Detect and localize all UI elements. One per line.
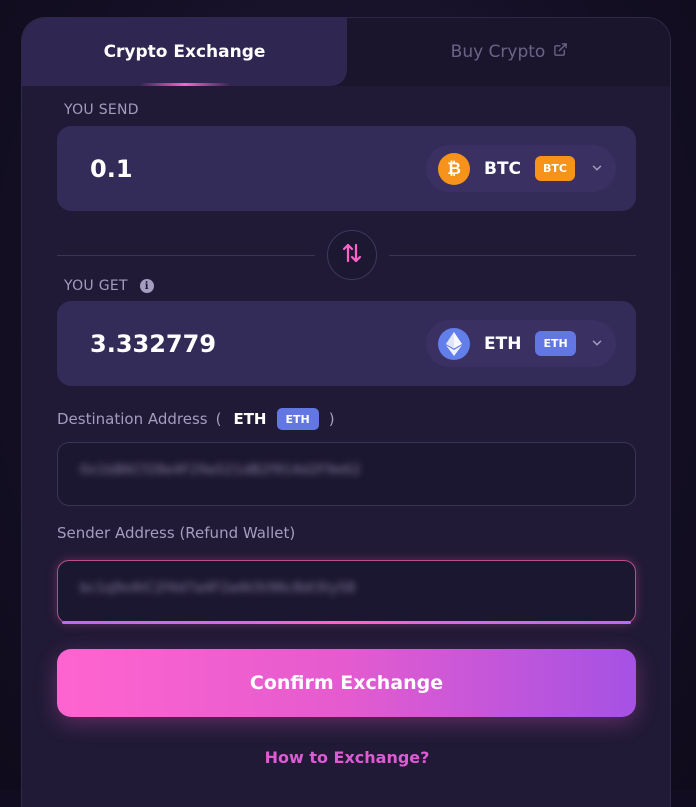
receive-coin-badge: ETH	[535, 331, 576, 356]
destination-address-label: Destination Address	[57, 410, 208, 428]
send-coin-badge: BTC	[535, 156, 575, 181]
divider-right	[389, 255, 636, 256]
sender-address-value: bc1q9x4tC2f4d7a4F2a4k5t96c8dl3ty58	[80, 581, 356, 596]
tab-crypto-exchange[interactable]: Crypto Exchange	[22, 18, 347, 86]
active-tab-indicator	[139, 83, 231, 86]
receive-amount-box: 3.332779 ETH ETH	[57, 301, 636, 386]
destination-address-value: 0x1bB6Cf28e4F29a521dB2f914d2F9e62	[80, 463, 362, 478]
open-paren: (	[215, 410, 222, 428]
close-paren: )	[328, 410, 335, 428]
tab-buy-crypto[interactable]: Buy Crypto	[347, 18, 670, 86]
exchange-card: Crypto Exchange Buy Crypto YOU SEND 0.1 …	[21, 17, 671, 807]
send-coin-name: BTC	[484, 158, 522, 179]
receive-coin-name: ETH	[484, 333, 522, 354]
you-get-label: YOU GET	[64, 278, 128, 294]
swap-button[interactable]	[327, 230, 377, 280]
chevron-down-icon	[590, 335, 604, 354]
destination-address-input[interactable]: 0x1bB6Cf28e4F29a521dB2f914d2F9e62	[57, 442, 636, 506]
destination-currency: ETH	[233, 410, 267, 428]
send-amount-input[interactable]: 0.1	[90, 126, 133, 211]
receive-coin-select[interactable]: ETH ETH	[426, 320, 616, 367]
you-get-label-row: YOU GET i	[64, 278, 154, 294]
focus-underline	[62, 621, 631, 624]
tab-crypto-exchange-label: Crypto Exchange	[103, 42, 266, 62]
chevron-down-icon	[590, 160, 604, 179]
send-amount-box: 0.1 ₿ BTC BTC	[57, 126, 636, 211]
receive-amount-value: 3.332779	[90, 329, 217, 358]
destination-address-label-row: Destination Address ( ETH ETH )	[57, 406, 335, 432]
sender-address-input[interactable]: bc1q9x4tC2f4d7a4F2a4k5t96c8dl3ty58	[57, 560, 636, 624]
destination-currency-badge: ETH	[276, 408, 319, 430]
info-icon[interactable]: i	[139, 279, 154, 293]
swap-arrows-icon	[340, 241, 364, 269]
bitcoin-icon: ₿	[438, 152, 470, 185]
divider-left	[57, 255, 315, 256]
how-to-exchange-link[interactable]: How to Exchange?	[22, 748, 670, 767]
ethereum-icon	[438, 327, 470, 360]
you-send-label: YOU SEND	[64, 102, 139, 118]
external-link-icon	[553, 42, 568, 62]
tab-buy-crypto-label: Buy Crypto	[450, 42, 546, 62]
confirm-exchange-button[interactable]: Confirm Exchange	[57, 649, 636, 717]
sender-address-label: Sender Address (Refund Wallet)	[57, 524, 296, 542]
tab-bar: Crypto Exchange Buy Crypto	[22, 18, 670, 86]
send-coin-select[interactable]: ₿ BTC BTC	[426, 145, 616, 192]
